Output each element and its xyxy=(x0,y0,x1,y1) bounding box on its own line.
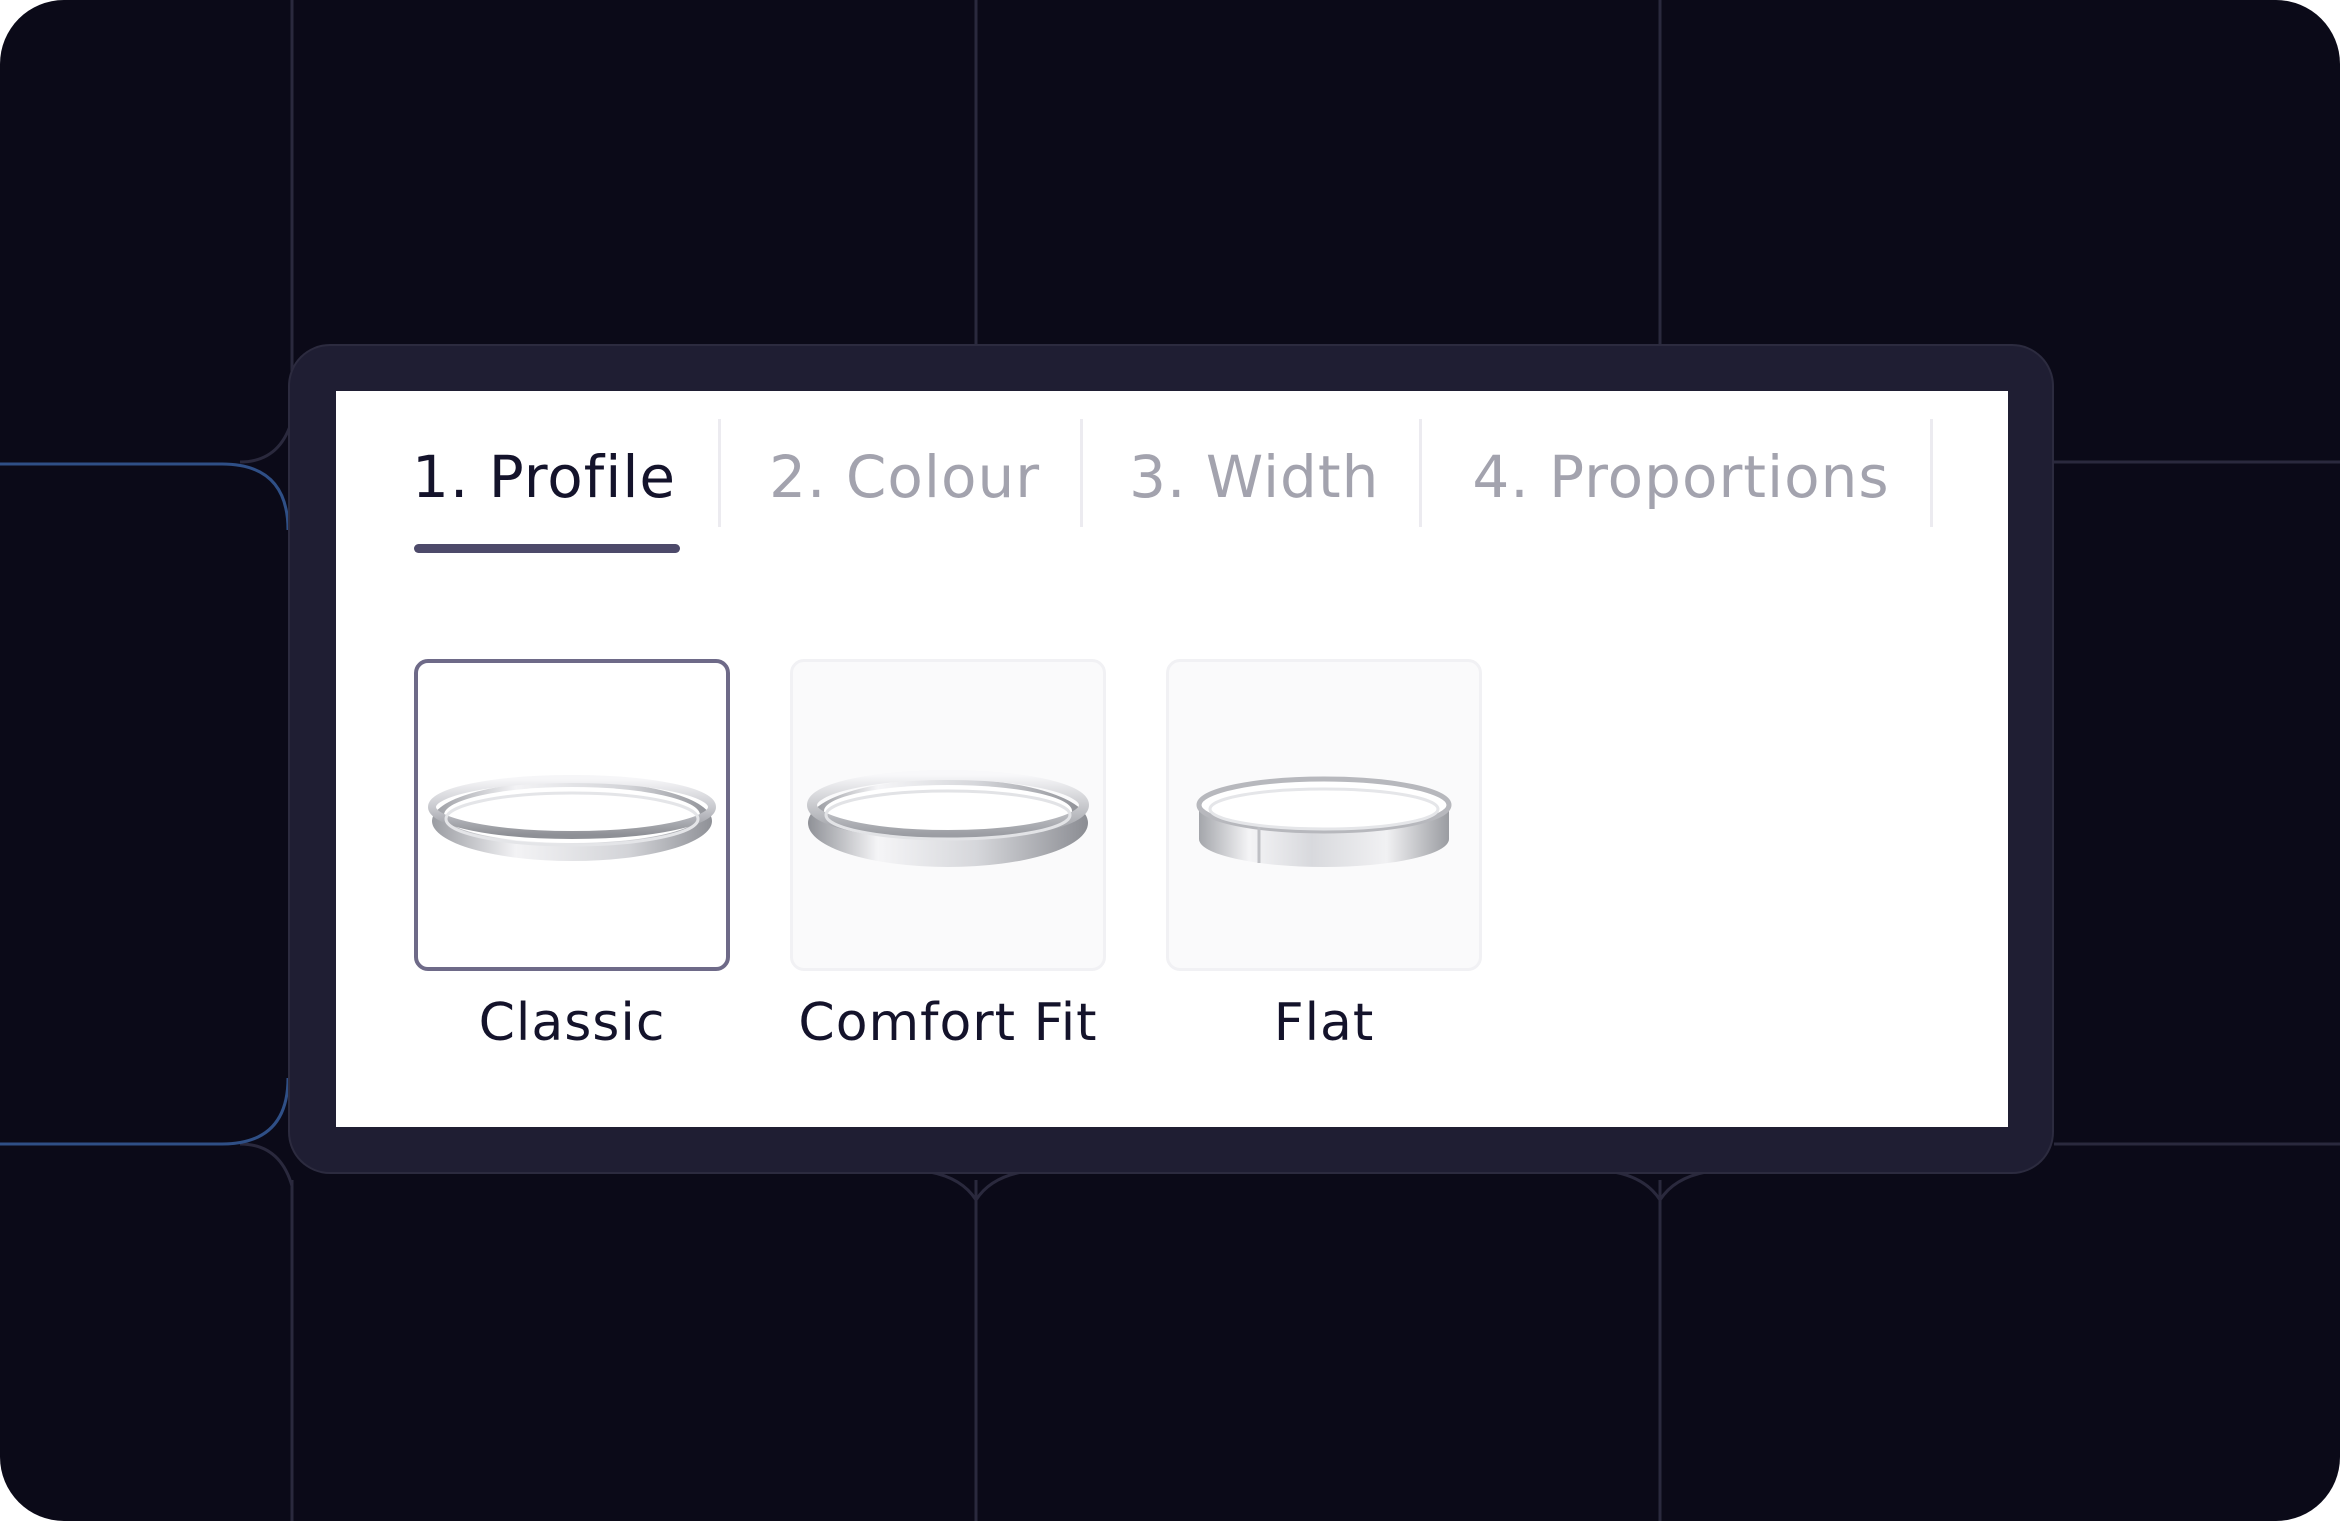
tab-colour[interactable]: 2. Colour xyxy=(721,427,1080,527)
tab-width-label: 3. Width xyxy=(1129,443,1380,511)
ring-comfort-fit-icon xyxy=(807,770,1089,867)
profile-thumbnail[interactable] xyxy=(790,659,1106,971)
tab-profile[interactable]: 1. Profile xyxy=(412,427,718,553)
tab-width[interactable]: 3. Width xyxy=(1083,427,1419,527)
tab-profile-label: 1. Profile xyxy=(412,443,677,511)
profile-option-label: Classic xyxy=(478,993,666,1053)
profile-option-classic[interactable]: Classic xyxy=(414,659,730,1053)
tab-proportions[interactable]: 4. Proportions xyxy=(1422,427,1929,527)
background-scene: 1. Profile 2. Colour 3. Width 4. Proport… xyxy=(0,0,2340,1521)
profile-thumbnail[interactable] xyxy=(1166,659,1482,971)
ring-classic-icon xyxy=(428,775,716,861)
ring-flat-icon xyxy=(1196,776,1452,867)
profile-option-comfort-fit[interactable]: Comfort Fit xyxy=(790,659,1106,1053)
tab-colour-label: 2. Colour xyxy=(769,443,1041,511)
ring-configurator-panel: 1. Profile 2. Colour 3. Width 4. Proport… xyxy=(336,391,2008,1127)
active-tab-underline xyxy=(414,544,680,553)
profile-options: Classic Comfort Fit Flat xyxy=(414,659,1482,1053)
step-tabs: 1. Profile 2. Colour 3. Width 4. Proport… xyxy=(412,419,1933,553)
tab-proportions-label: 4. Proportions xyxy=(1472,443,1890,511)
profile-option-label: Flat xyxy=(1273,993,1375,1053)
tab-divider xyxy=(1929,419,1933,527)
profile-option-flat[interactable]: Flat xyxy=(1166,659,1482,1053)
profile-thumbnail[interactable] xyxy=(414,659,730,971)
profile-option-label: Comfort Fit xyxy=(798,993,1098,1053)
